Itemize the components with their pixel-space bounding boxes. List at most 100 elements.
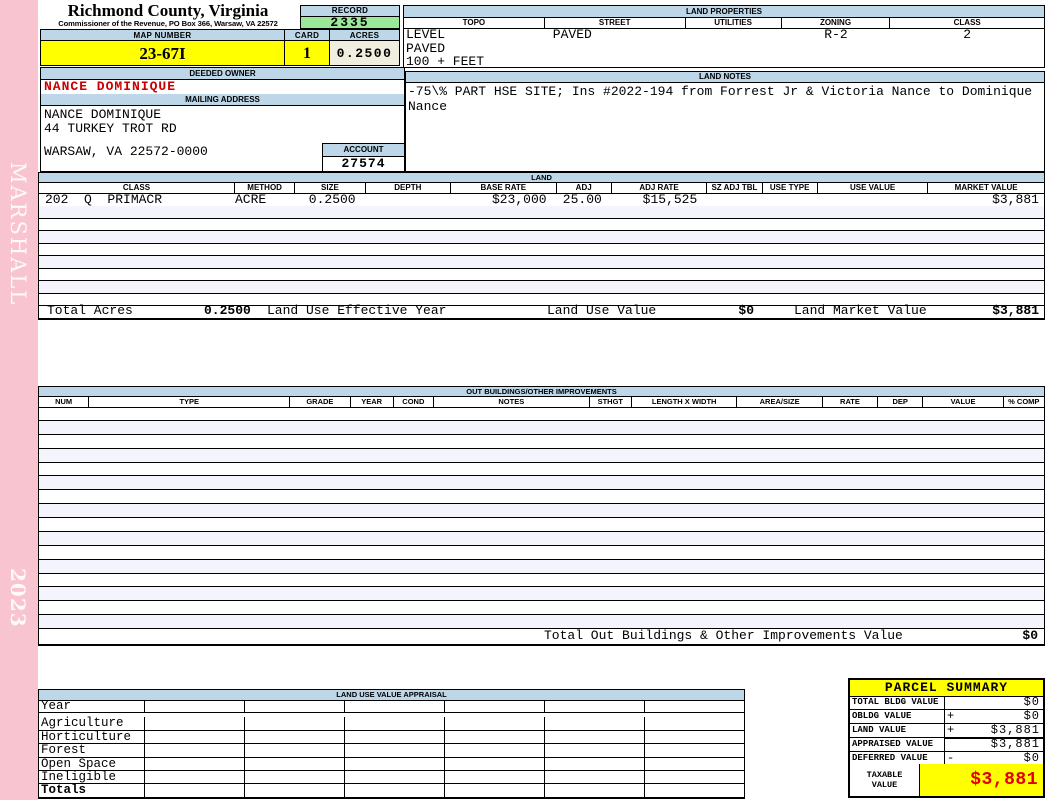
land-market-value-label: Land Market Value [794, 303, 927, 318]
out-buildings-total-row: Total Out Buildings & Other Improvements… [39, 627, 1044, 644]
land-method-cell: ACRE [234, 193, 267, 206]
col-adj: ADJ [557, 182, 612, 193]
col-depth: DEPTH [366, 182, 452, 193]
luva-row: Totals [39, 784, 744, 798]
out-buildings-empty-row [39, 518, 1044, 532]
mailing-address-city-line: WARSAW, VA 22572-0000 [44, 144, 208, 159]
col-sz-adj-tbl: SZ ADJ TBL [707, 182, 763, 193]
luva-empty-cell [345, 770, 445, 784]
luva-row: Ineligible [39, 770, 744, 785]
luva-empty-cell [145, 730, 245, 744]
spine-strip: MARSHALL 2023 [0, 0, 38, 800]
luva-empty-cell [145, 757, 245, 770]
out-buildings-empty-row [39, 504, 1044, 518]
luva-empty-cell [545, 770, 645, 784]
class-value: 2 [963, 27, 972, 42]
land-empty-row [39, 219, 1044, 231]
land-class-cell: 202 Q PRIMACR [45, 193, 163, 206]
land-depth-cell [366, 193, 451, 206]
col-num: NUM [39, 396, 90, 407]
luva-empty-cell [545, 700, 645, 713]
luva-empty-cell [145, 784, 245, 797]
col-size: SIZE [295, 182, 366, 193]
col-value: VALUE [923, 396, 1004, 407]
luva-empty-cell [145, 700, 245, 713]
out-buildings-empty-row [39, 435, 1044, 449]
out-buildings-empty-row [39, 587, 1044, 602]
parcel-row-label: OBLDG VALUE [850, 710, 945, 723]
land-empty-rows [39, 206, 1044, 306]
taxable-value-row: TAXABLE VALUE $3,881 [850, 764, 1043, 796]
out-buildings-empty-row [39, 559, 1044, 574]
land-empty-row [39, 269, 1044, 281]
topo-value: LEVEL PAVED 100 + FEET [406, 27, 485, 69]
acres-value: 0.2500 [329, 40, 400, 66]
col-use-value: USE VALUE [818, 182, 929, 193]
parcel-summary-title: PARCEL SUMMARY [850, 680, 1043, 697]
luva-empty-cell [445, 700, 545, 713]
luva-empty-cell [545, 744, 645, 757]
luva-empty-cell [645, 700, 744, 712]
luva-empty-cell [645, 771, 744, 783]
luva-empty-cell [145, 744, 245, 757]
luva-empty-cell [345, 730, 445, 744]
effective-year-label: Land Use Effective Year [267, 303, 447, 318]
land-totals-row: Total Acres 0.2500 Land Use Effective Ye… [39, 304, 1044, 318]
out-buildings-empty-row [39, 448, 1044, 463]
col-method: METHOD [235, 182, 296, 193]
parcel-row-label: APPRAISED VALUE [850, 738, 945, 751]
land-empty-row [39, 231, 1044, 244]
land-adj-rate-cell: $15,525 [642, 193, 698, 206]
land-table: LAND CLASS METHOD SIZE DEPTH BASE RATE A… [38, 172, 1045, 320]
luva-empty-cell [445, 770, 545, 784]
luva-empty-cell [445, 757, 545, 770]
land-use-value-total: $0 [738, 303, 754, 318]
luva-row-label: Open Space [39, 757, 145, 770]
out-buildings-empty-row [39, 490, 1044, 505]
luva-empty-cell [145, 770, 245, 784]
spine-year: 2023 [6, 568, 30, 628]
parcel-row-label: TOTAL BLDG VALUE [850, 696, 945, 709]
out-buildings-table: OUT BUILDINGS/OTHER IMPROVEMENTS NUM TYP… [38, 386, 1045, 646]
land-size-cell: 0.2500 [308, 193, 356, 206]
parcel-row-operator: + [947, 723, 955, 737]
out-buildings-empty-row [39, 476, 1044, 491]
col-adj-rate: ADJ RATE [612, 182, 708, 193]
zoning-value: R-2 [824, 27, 848, 42]
parcel-row-value-cell: + $0 [945, 710, 1043, 723]
luva-empty-cell [545, 757, 645, 770]
land-properties-body: LEVEL PAVED 100 + FEET PAVED R-2 2 [404, 27, 1044, 69]
luva-row: Year [39, 700, 744, 714]
land-empty-row [39, 244, 1044, 256]
land-base-rate-cell: $23,000 [491, 193, 547, 206]
luva-row-label: Forest [39, 744, 145, 757]
luva-row: Horticulture [39, 730, 744, 745]
land-use-type-cell [763, 193, 818, 206]
account-box: ACCOUNT 27574 [322, 143, 405, 172]
luva-row: Open Space [39, 757, 744, 771]
land-empty-row [39, 281, 1044, 294]
luva-empty-cell [345, 784, 445, 797]
parcel-row-value: $3,881 [990, 737, 1040, 751]
luva-empty-cell [545, 730, 645, 744]
land-market-value-cell: $3,881 [992, 193, 1039, 206]
deeded-owner-name: NANCE DOMINIQUE [41, 79, 404, 95]
card-value: 1 [284, 40, 330, 66]
parcel-summary: PARCEL SUMMARY TOTAL BLDG VALUE $0 OBLDG V… [848, 678, 1045, 798]
luva-empty-cell [245, 730, 345, 744]
out-buildings-total-value: $0 [1022, 628, 1038, 643]
account-value: 27574 [341, 156, 386, 171]
col-utilities: UTILITIES [686, 17, 782, 28]
total-acres-label: Total Acres [47, 303, 133, 318]
luva-empty-cell [345, 757, 445, 770]
out-buildings-empty-row [39, 546, 1044, 560]
parcel-row-value: $0 [1023, 695, 1040, 709]
out-buildings-empty-row [39, 531, 1044, 546]
total-acres-value: 0.2500 [204, 303, 251, 318]
out-buildings-empty-row [39, 574, 1044, 588]
out-buildings-empty-rows [39, 407, 1044, 629]
luva-empty-cell [245, 700, 345, 713]
parcel-row-value-cell: $3,881 [945, 738, 1043, 751]
county-title: Richmond County, Virginia [67, 1, 269, 20]
luva-empty-cell [445, 784, 545, 797]
